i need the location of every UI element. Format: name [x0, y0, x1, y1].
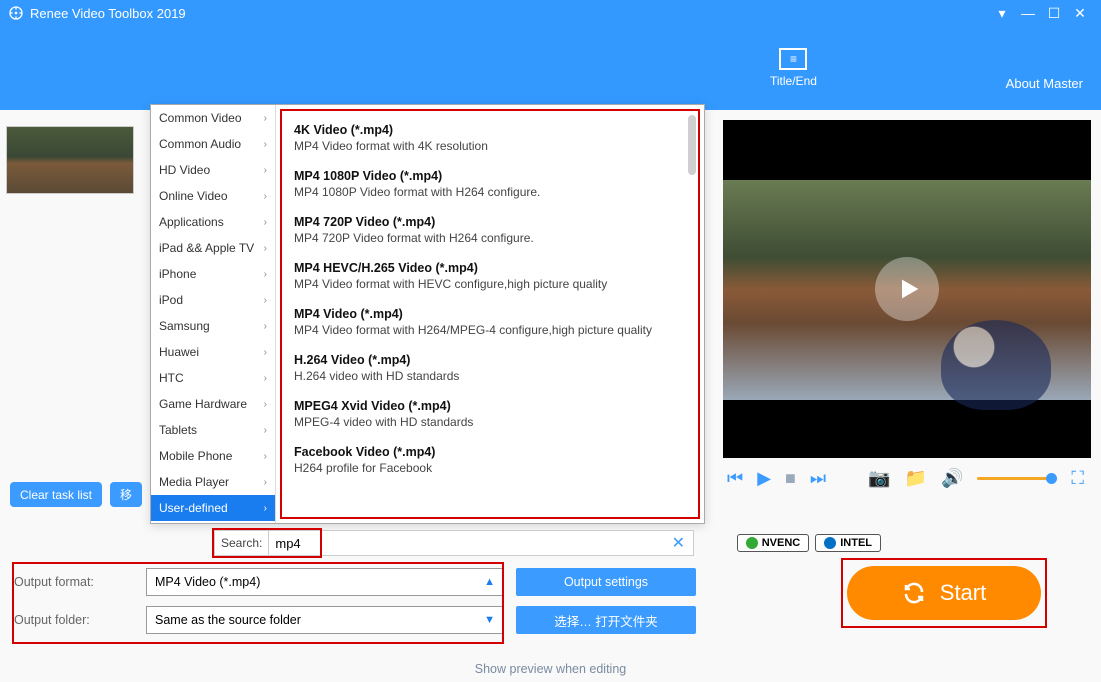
app-logo-icon [8, 5, 24, 21]
output-format-value: MP4 Video (*.mp4) [155, 575, 260, 589]
encoder-intel[interactable]: INTEL [815, 534, 881, 552]
open-folder-icon[interactable]: 📁 [905, 468, 927, 489]
category-item[interactable]: Common Video› [151, 105, 275, 131]
format-entry[interactable]: H.264 Video (*.mp4)H.264 video with HD s… [290, 347, 690, 393]
category-item[interactable]: iPad && Apple TV› [151, 235, 275, 261]
format-entry[interactable]: MP4 HEVC/H.265 Video (*.mp4)MP4 Video fo… [290, 255, 690, 301]
window-dropdown-icon[interactable]: ▾ [989, 5, 1015, 22]
format-list: 4K Video (*.mp4)MP4 Video format with 4K… [280, 109, 700, 519]
format-entry[interactable]: MP4 1080P Video (*.mp4)MP4 1080P Video f… [290, 163, 690, 209]
move-button[interactable]: 移 [110, 482, 142, 507]
about-master-link[interactable]: About Master [1006, 76, 1083, 91]
start-label: Start [940, 580, 986, 606]
top-toolbar: ≡ Title/End About Master [0, 26, 1101, 110]
category-item[interactable]: iPhone› [151, 261, 275, 287]
format-entry[interactable]: MP4 Video (*.mp4)MP4 Video format with H… [290, 301, 690, 347]
intel-label: INTEL [840, 537, 872, 549]
category-item[interactable]: Common Audio› [151, 131, 275, 157]
encoder-badges: NVENC INTEL [737, 534, 881, 552]
format-search: Search: ✕ [214, 530, 694, 556]
encoder-nvenc[interactable]: NVENC [737, 534, 810, 552]
thumbnail-strip [0, 120, 140, 200]
tool-title-end[interactable]: ≡ Title/End [770, 48, 817, 88]
prev-icon[interactable]: ⏮ [727, 468, 743, 489]
category-item[interactable]: Recently used› [151, 521, 275, 523]
chevron-up-icon: ▲ [484, 576, 495, 588]
stop-icon[interactable]: ■ [785, 468, 796, 489]
category-list: Common Video›Common Audio›HD Video›Onlin… [151, 105, 276, 523]
category-item[interactable]: HD Video› [151, 157, 275, 183]
next-icon[interactable]: ⏭ [810, 468, 826, 489]
output-folder-label: Output folder: [14, 613, 134, 627]
chevron-down-icon: ▼ [484, 614, 495, 626]
tool-title-end-label: Title/End [770, 74, 817, 88]
window-minimize-icon[interactable]: — [1015, 5, 1041, 21]
fullscreen-icon[interactable]: ⛶ [1071, 468, 1084, 489]
output-folder-buttons[interactable]: 选择… 打开文件夹 [516, 606, 696, 634]
format-entry[interactable]: Facebook Video (*.mp4)H264 profile for F… [290, 439, 690, 485]
output-folder-value: Same as the source folder [155, 613, 301, 627]
category-item[interactable]: HTC› [151, 365, 275, 391]
title-end-icon: ≡ [779, 48, 807, 70]
search-clear-icon[interactable]: ✕ [664, 533, 693, 553]
preview-pane: ⏮ ▶ ■ ⏭ 📷 📁 🔊 ⛶ [723, 120, 1091, 489]
format-scrollbar[interactable] [688, 115, 696, 513]
search-label: Search: [215, 531, 269, 555]
volume-slider[interactable] [977, 477, 1057, 480]
snapshot-icon[interactable]: 📷 [868, 468, 890, 489]
category-item[interactable]: Applications› [151, 209, 275, 235]
format-entry[interactable]: MP4 720P Video (*.mp4)MP4 720P Video for… [290, 209, 690, 255]
category-item[interactable]: User-defined› [151, 495, 275, 521]
task-thumbnail[interactable] [6, 126, 134, 194]
output-settings-button[interactable]: Output settings [516, 568, 696, 596]
content-area: Clear task list 移 Common Video›Common Au… [0, 110, 1101, 540]
category-item[interactable]: Tablets› [151, 417, 275, 443]
window-title: Renee Video Toolbox 2019 [30, 6, 186, 21]
clear-task-list-button[interactable]: Clear task list [10, 482, 102, 507]
refresh-icon [902, 581, 926, 605]
category-item[interactable]: Media Player› [151, 469, 275, 495]
start-button[interactable]: Start [847, 566, 1041, 620]
play-overlay-icon[interactable] [875, 257, 939, 321]
editing-hint: Show preview when editing [0, 662, 1101, 676]
category-item[interactable]: Game Hardware› [151, 391, 275, 417]
volume-icon[interactable]: 🔊 [941, 468, 963, 489]
play-icon[interactable]: ▶ [757, 468, 771, 489]
category-item[interactable]: Huawei› [151, 339, 275, 365]
video-preview[interactable] [723, 120, 1091, 458]
category-item[interactable]: Mobile Phone› [151, 443, 275, 469]
output-format-label: Output format: [14, 575, 134, 589]
format-entry[interactable]: MPEG4 Xvid Video (*.mp4)MPEG-4 video wit… [290, 393, 690, 439]
player-controls: ⏮ ▶ ■ ⏭ 📷 📁 🔊 ⛶ [723, 458, 1091, 489]
window-close-icon[interactable]: ✕ [1067, 5, 1093, 22]
output-folder-dropdown[interactable]: Same as the source folder ▼ [146, 606, 504, 634]
window-maximize-icon[interactable]: ☐ [1041, 5, 1067, 22]
title-bar: Renee Video Toolbox 2019 ▾ — ☐ ✕ [0, 0, 1101, 26]
category-item[interactable]: iPod› [151, 287, 275, 313]
format-popup: Common Video›Common Audio›HD Video›Onlin… [150, 104, 705, 524]
category-item[interactable]: Online Video› [151, 183, 275, 209]
search-input[interactable] [269, 536, 663, 551]
category-item[interactable]: Samsung› [151, 313, 275, 339]
format-entry[interactable]: 4K Video (*.mp4)MP4 Video format with 4K… [290, 117, 690, 163]
nvenc-label: NVENC [762, 537, 801, 549]
output-format-dropdown[interactable]: MP4 Video (*.mp4) ▲ [146, 568, 504, 596]
